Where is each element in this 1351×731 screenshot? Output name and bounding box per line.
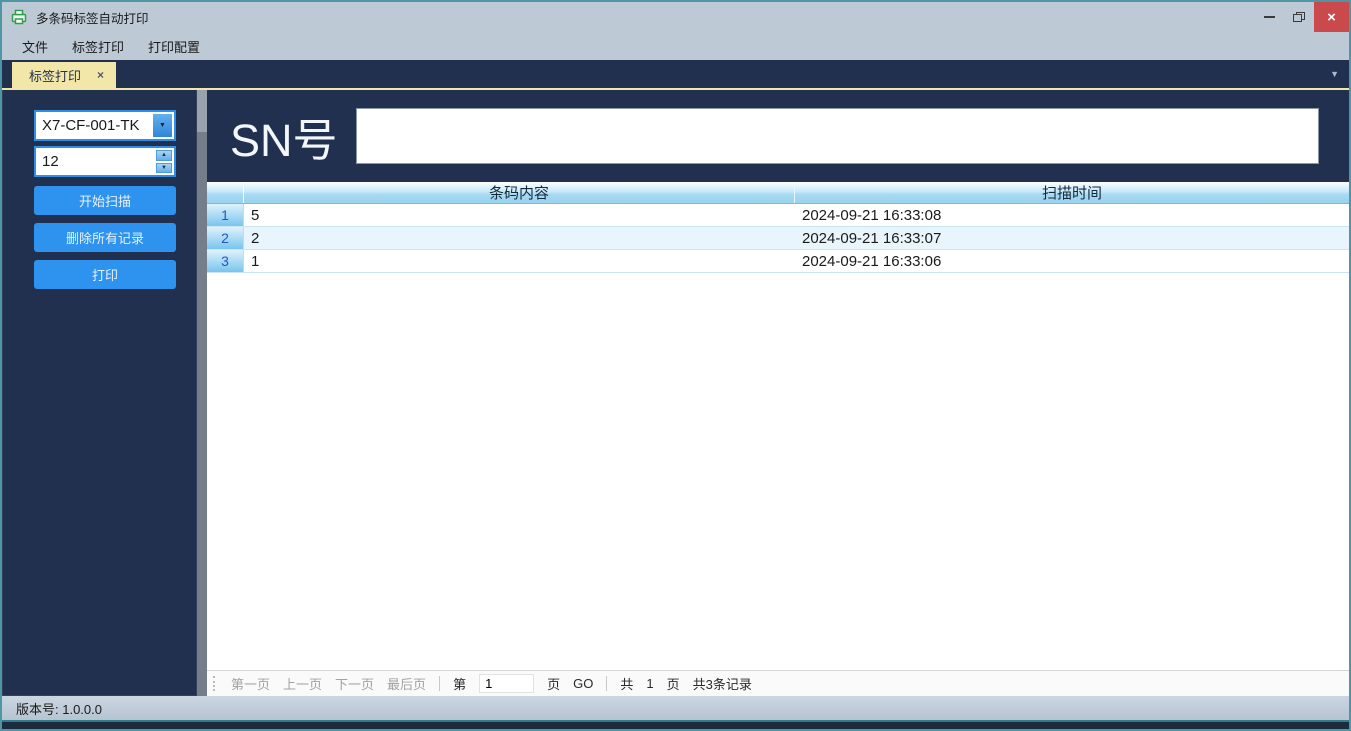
menu-item-label-print[interactable]: 标签打印: [60, 32, 136, 61]
restore-button[interactable]: [1284, 2, 1314, 32]
pagination-toolbar: 第一页 上一页 下一页 最后页 第 页 GO 共 1 页 共3条记录: [207, 670, 1349, 696]
titlebar: 多条码标签自动打印 ×: [2, 2, 1349, 32]
window-title: 多条码标签自动打印: [36, 8, 149, 27]
page-number-prefix-label: 第: [453, 674, 466, 693]
arrow-up-icon: ▲: [161, 152, 167, 158]
arrow-down-icon: ▼: [161, 165, 167, 171]
row-number-cell[interactable]: 2: [207, 227, 244, 249]
count-spinner-input[interactable]: [36, 148, 154, 175]
menu-item-file[interactable]: 文件: [10, 32, 60, 61]
barcode-content-cell[interactable]: 5: [244, 204, 795, 226]
spinner-buttons: ▲ ▼: [154, 148, 174, 175]
minimize-button[interactable]: [1254, 2, 1284, 32]
toolbar-separator: [606, 676, 607, 691]
scan-time-header[interactable]: 扫描时间: [795, 182, 1349, 203]
sn-input-row: SN号: [207, 90, 1349, 182]
sidebar: ▼ ▲ ▼ 开始扫描 删除所有记录 打印: [2, 90, 197, 696]
start-scan-button[interactable]: 开始扫描: [34, 186, 176, 215]
total-records-label: 共3条记录: [693, 674, 752, 693]
close-button[interactable]: ×: [1314, 2, 1349, 32]
first-page-link[interactable]: 第一页: [231, 674, 270, 693]
tab-overflow-arrow-icon[interactable]: ▼: [1330, 69, 1339, 79]
tabbar: 标签打印 × ▼: [2, 60, 1349, 90]
tab-close-icon[interactable]: ×: [97, 68, 104, 82]
app-window: 多条码标签自动打印 × 文件 标签打印 打印配置 标签打印 × ▼: [0, 0, 1351, 731]
scan-time-cell[interactable]: 2024-09-21 16:33:06: [795, 250, 1349, 272]
spinner-up-button[interactable]: ▲: [156, 150, 172, 161]
spinner-down-button[interactable]: ▼: [156, 163, 172, 174]
table-row[interactable]: 2 2 2024-09-21 16:33:07: [207, 227, 1349, 250]
content-area: ▼ ▲ ▼ 开始扫描 删除所有记录 打印: [2, 90, 1349, 696]
count-spinner[interactable]: ▲ ▼: [34, 146, 176, 177]
delete-all-records-button[interactable]: 删除所有记录: [34, 223, 176, 252]
toolbar-separator: [439, 676, 440, 691]
tab-label-print[interactable]: 标签打印 ×: [12, 62, 116, 88]
sn-input[interactable]: [356, 108, 1319, 164]
splitter-handle[interactable]: [197, 90, 207, 696]
menubar: 文件 标签打印 打印配置: [2, 32, 1349, 60]
main-panel: SN号 条码内容 扫描时间 1 5 2024-09-21 16:33:08 2 …: [207, 90, 1349, 696]
barcode-content-cell[interactable]: 1: [244, 250, 795, 272]
row-number-header: [207, 182, 244, 203]
total-pages-value: 1: [646, 676, 653, 691]
barcode-content-header[interactable]: 条码内容: [244, 182, 795, 203]
scan-time-cell[interactable]: 2024-09-21 16:33:08: [795, 204, 1349, 226]
row-number-cell[interactable]: 3: [207, 250, 244, 272]
prev-page-link[interactable]: 上一页: [283, 674, 322, 693]
restore-icon: [1293, 12, 1305, 23]
sn-label: SN号: [230, 104, 338, 169]
statusbar: 版本号: 1.0.0.0: [2, 696, 1349, 720]
close-icon: ×: [1327, 9, 1336, 26]
last-page-link[interactable]: 最后页: [387, 674, 426, 693]
row-number-cell[interactable]: 1: [207, 204, 244, 226]
template-combobox[interactable]: ▼: [34, 110, 176, 141]
total-pages-unit-label: 页: [667, 674, 680, 693]
printer-app-icon: [11, 9, 28, 26]
tab-label: 标签打印: [29, 66, 81, 85]
table-empty-space: [207, 273, 1349, 670]
bottom-window-edge: [2, 720, 1349, 729]
table-header-row: 条码内容 扫描时间: [207, 182, 1349, 204]
version-label: 版本号: 1.0.0.0: [16, 699, 102, 718]
table-row[interactable]: 1 5 2024-09-21 16:33:08: [207, 204, 1349, 227]
scan-time-cell[interactable]: 2024-09-21 16:33:07: [795, 227, 1349, 249]
next-page-link[interactable]: 下一页: [335, 674, 374, 693]
total-pages-prefix-label: 共: [620, 674, 633, 693]
print-button[interactable]: 打印: [34, 260, 176, 289]
barcode-content-cell[interactable]: 2: [244, 227, 795, 249]
window-controls: ×: [1254, 2, 1349, 32]
page-number-input[interactable]: [479, 674, 534, 693]
scan-records-table: 条码内容 扫描时间 1 5 2024-09-21 16:33:08 2 2 20…: [207, 182, 1349, 696]
combobox-dropdown-button[interactable]: ▼: [153, 114, 172, 137]
template-combobox-input[interactable]: [36, 112, 151, 139]
menu-item-print-config[interactable]: 打印配置: [136, 32, 212, 61]
page-number-unit-label: 页: [547, 674, 560, 693]
chevron-down-icon: ▼: [159, 122, 166, 129]
toolbar-grip[interactable]: [213, 676, 216, 691]
table-row[interactable]: 3 1 2024-09-21 16:33:06: [207, 250, 1349, 273]
go-button[interactable]: GO: [573, 676, 593, 691]
